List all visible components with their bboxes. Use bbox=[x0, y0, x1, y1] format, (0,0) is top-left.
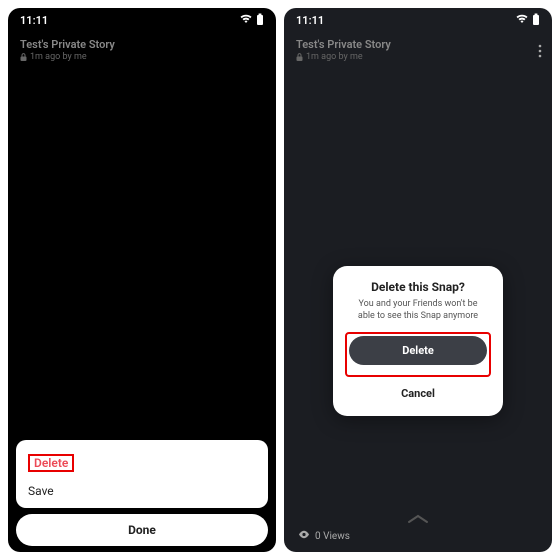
dialog-message: You and your Friends won't be able to se… bbox=[345, 299, 491, 322]
action-sheet: Delete Save bbox=[16, 440, 268, 508]
dialog-cancel-button[interactable]: Cancel bbox=[345, 383, 491, 404]
story-subtitle-text: 1m ago by me bbox=[306, 52, 363, 62]
dialog-delete-button[interactable]: Delete bbox=[349, 336, 487, 365]
status-time: 11:11 bbox=[20, 14, 48, 27]
status-bar: 11:11 bbox=[8, 8, 276, 32]
phone-left: 11:11 Test's Private Story 1m ago by me … bbox=[8, 8, 276, 552]
story-header: Test's Private Story 1m ago by me bbox=[8, 32, 276, 66]
story-title: Test's Private Story bbox=[296, 38, 540, 51]
wifi-icon bbox=[516, 14, 528, 27]
more-menu-button[interactable] bbox=[538, 44, 542, 58]
story-content: Delete this Snap? You and your Friends w… bbox=[284, 66, 552, 552]
chevron-up-icon[interactable] bbox=[407, 514, 429, 524]
delete-confirm-dialog: Delete this Snap? You and your Friends w… bbox=[333, 266, 503, 416]
battery-icon bbox=[256, 13, 264, 28]
battery-icon bbox=[532, 13, 540, 28]
story-subtitle: 1m ago by me bbox=[296, 52, 540, 62]
lock-icon bbox=[296, 53, 303, 61]
sheet-save-button[interactable]: Save bbox=[26, 478, 258, 504]
highlight-box: Delete bbox=[345, 332, 491, 377]
highlight-box: Delete bbox=[28, 454, 74, 472]
phone-right: 11:11 Test's Private Story 1m ago by me … bbox=[284, 8, 552, 552]
status-icons bbox=[516, 13, 540, 28]
status-bar: 11:11 bbox=[284, 8, 552, 32]
wifi-icon bbox=[240, 14, 252, 27]
bottom-sheet-wrap: Delete Save Done bbox=[16, 440, 268, 546]
story-content: Delete Save Done bbox=[8, 66, 276, 552]
lock-icon bbox=[20, 53, 27, 61]
story-title: Test's Private Story bbox=[20, 38, 264, 51]
story-subtitle-text: 1m ago by me bbox=[30, 52, 87, 62]
done-button[interactable]: Done bbox=[16, 514, 268, 546]
sheet-delete-label: Delete bbox=[34, 456, 68, 470]
story-header: Test's Private Story 1m ago by me bbox=[284, 32, 552, 66]
story-subtitle: 1m ago by me bbox=[20, 52, 264, 62]
eye-icon bbox=[298, 530, 310, 542]
status-icons bbox=[240, 13, 264, 28]
dialog-title: Delete this Snap? bbox=[345, 280, 491, 294]
views-label: 0 Views bbox=[315, 531, 350, 542]
views-count[interactable]: 0 Views bbox=[284, 530, 350, 542]
sheet-delete-button[interactable]: Delete bbox=[26, 448, 258, 478]
story-footer: 0 Views bbox=[284, 514, 552, 542]
status-time: 11:11 bbox=[296, 14, 324, 27]
